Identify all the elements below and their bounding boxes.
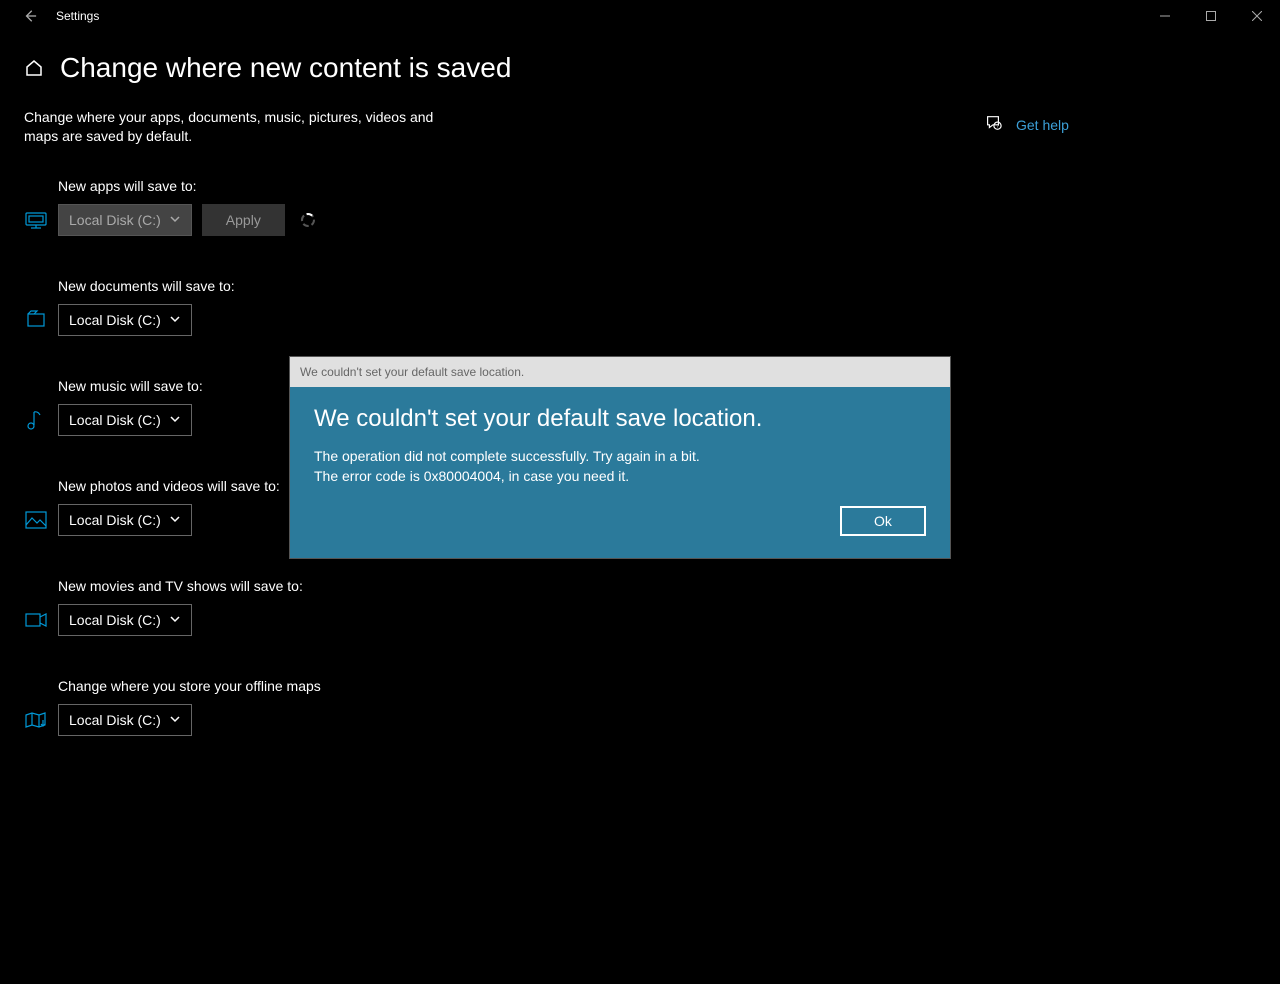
- dropdown-value: Local Disk (C:): [69, 212, 161, 228]
- dropdown-value: Local Disk (C:): [69, 312, 161, 328]
- photos-dropdown[interactable]: Local Disk (C:): [58, 504, 192, 536]
- dropdown-value: Local Disk (C:): [69, 512, 161, 528]
- row-maps: Change where you store your offline maps…: [24, 678, 1280, 736]
- chevron-down-icon: [161, 212, 181, 228]
- page-title: Change where new content is saved: [60, 52, 511, 84]
- back-button[interactable]: [8, 0, 52, 32]
- page-description: Change where your apps, documents, music…: [24, 108, 454, 146]
- help-icon: ?: [984, 114, 1002, 135]
- apply-button[interactable]: Apply: [202, 204, 285, 236]
- documents-dropdown[interactable]: Local Disk (C:): [58, 304, 192, 336]
- chevron-down-icon: [161, 712, 181, 728]
- chevron-down-icon: [161, 512, 181, 528]
- ok-button[interactable]: Ok: [840, 506, 926, 536]
- row-movies: New movies and TV shows will save to: Lo…: [24, 578, 1280, 636]
- row-label: Change where you store your offline maps: [58, 678, 321, 694]
- dialog-line2: The error code is 0x80004004, in case yo…: [314, 467, 926, 487]
- dialog-line1: The operation did not complete successfu…: [314, 447, 926, 467]
- row-label: New photos and videos will save to:: [58, 478, 280, 494]
- dialog-titlebar: We couldn't set your default save locati…: [290, 357, 950, 387]
- chevron-down-icon: [161, 312, 181, 328]
- photos-icon: [24, 510, 48, 530]
- map-icon: [24, 710, 48, 730]
- music-icon: [24, 410, 48, 430]
- dropdown-value: Local Disk (C:): [69, 412, 161, 428]
- music-dropdown[interactable]: Local Disk (C:): [58, 404, 192, 436]
- dialog-message: The operation did not complete successfu…: [314, 447, 926, 486]
- minimize-button[interactable]: [1142, 0, 1188, 32]
- window-controls: [1142, 0, 1280, 32]
- titlebar: Settings: [0, 0, 1280, 32]
- error-dialog: We couldn't set your default save locati…: [290, 357, 950, 558]
- close-button[interactable]: [1234, 0, 1280, 32]
- row-label: New apps will save to:: [58, 178, 315, 194]
- apps-dropdown[interactable]: Local Disk (C:): [58, 204, 192, 236]
- row-label: New music will save to:: [58, 378, 203, 394]
- page-header: Change where new content is saved: [0, 32, 1280, 94]
- get-help-link[interactable]: ? Get help: [984, 114, 1069, 135]
- help-label: Get help: [1016, 117, 1069, 133]
- row-apps: New apps will save to: Local Disk (C:) A…: [24, 178, 1280, 236]
- row-label: New movies and TV shows will save to:: [58, 578, 303, 594]
- row-label: New documents will save to:: [58, 278, 235, 294]
- video-icon: [24, 610, 48, 630]
- chevron-down-icon: [161, 612, 181, 628]
- window-title: Settings: [56, 9, 99, 23]
- dropdown-value: Local Disk (C:): [69, 712, 161, 728]
- apps-icon: [24, 210, 48, 230]
- spinner-icon: [301, 213, 315, 227]
- dialog-heading: We couldn't set your default save locati…: [314, 405, 926, 433]
- movies-dropdown[interactable]: Local Disk (C:): [58, 604, 192, 636]
- maps-dropdown[interactable]: Local Disk (C:): [58, 704, 192, 736]
- documents-icon: [24, 310, 48, 330]
- maximize-button[interactable]: [1188, 0, 1234, 32]
- dropdown-value: Local Disk (C:): [69, 612, 161, 628]
- chevron-down-icon: [161, 412, 181, 428]
- row-documents: New documents will save to: Local Disk (…: [24, 278, 1280, 336]
- home-icon[interactable]: [24, 58, 44, 78]
